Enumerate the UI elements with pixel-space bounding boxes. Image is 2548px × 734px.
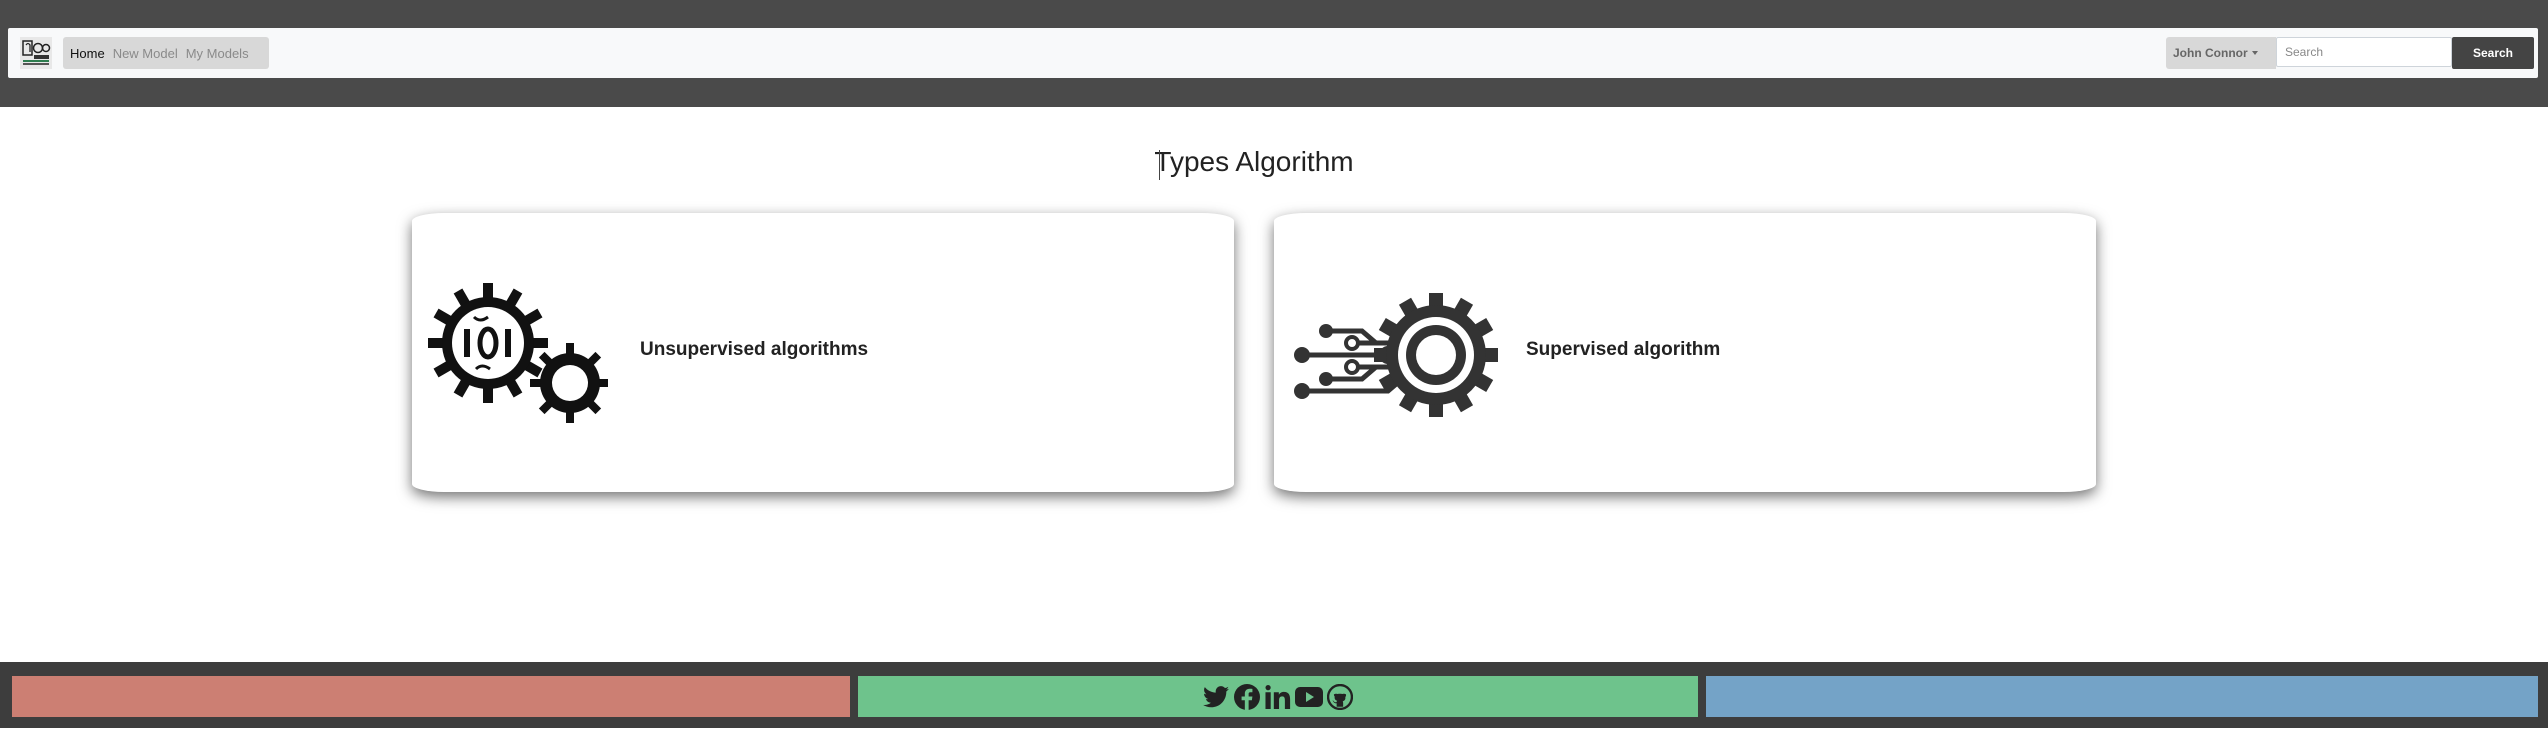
chevron-down-icon: [2251, 51, 2258, 55]
text-cursor: [1159, 150, 1160, 180]
nav-link-new-model[interactable]: New Model: [113, 46, 178, 61]
youtube-icon[interactable]: [1295, 682, 1324, 711]
gear-circuit-icon: [1292, 291, 1502, 424]
logo[interactable]: [20, 37, 52, 69]
linkedin-icon[interactable]: [1264, 682, 1293, 711]
nav-link-home[interactable]: Home: [70, 46, 105, 61]
nav-link-my-models[interactable]: My Models: [186, 46, 249, 61]
navbar: Home New Model My Models John Connor Sea…: [8, 28, 2538, 78]
nav-links: Home New Model My Models: [63, 37, 269, 69]
card-supervised[interactable]: Supervised algorithm: [1274, 213, 2096, 492]
footer-panel-left: [12, 676, 850, 717]
card-label-supervised: Supervised algorithm: [1526, 339, 1721, 360]
github-icon[interactable]: [1326, 682, 1355, 711]
user-dropdown[interactable]: John Connor: [2166, 37, 2276, 69]
search-input[interactable]: [2276, 37, 2452, 67]
footer-panel-right: [1706, 676, 2538, 717]
facebook-icon[interactable]: [1233, 682, 1262, 711]
gears-binary-icon: [428, 283, 610, 428]
card-label-unsupervised: Unsupervised algorithms: [640, 339, 869, 360]
card-unsupervised[interactable]: Unsupervised algorithms: [412, 213, 1234, 492]
search-button[interactable]: Search: [2452, 37, 2534, 69]
twitter-icon[interactable]: [1202, 682, 1231, 711]
footer-panel-center: [858, 676, 1698, 717]
user-name: John Connor: [2173, 46, 2248, 60]
footer: [0, 662, 2548, 728]
page-title: Types Algorithm: [1154, 146, 1354, 177]
